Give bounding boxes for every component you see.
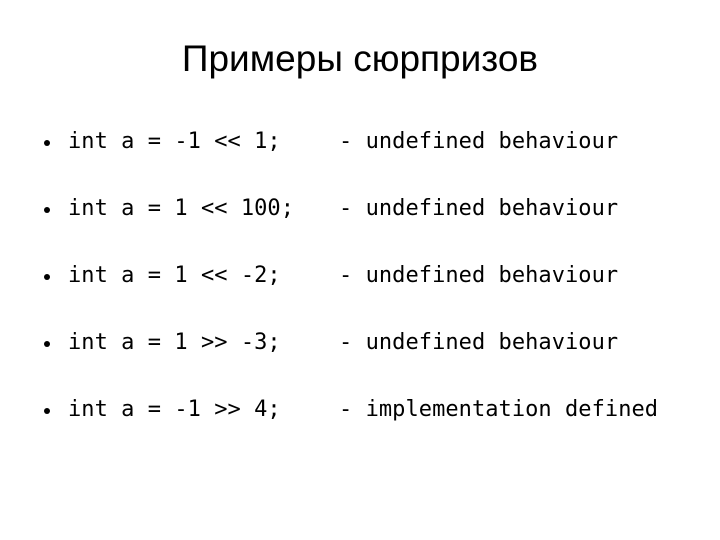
bullet-point-icon [44, 395, 68, 426]
behaviour-note: - undefined behaviour [339, 330, 619, 355]
list-item-text: int a = -1 << 1; - undefined behaviour [68, 127, 618, 157]
code-snippet: int a = 1 << 100; [68, 196, 295, 221]
code-snippet: int a = 1 << -2; [68, 263, 281, 288]
list-item-text: int a = 1 << -2; - undefined behaviour [68, 261, 618, 291]
code-snippet: int a = -1 >> 4; [68, 397, 281, 422]
behaviour-note: - undefined behaviour [339, 263, 619, 288]
list-item: int a = -1 >> 4; - implementation defined [0, 395, 720, 462]
bullet-point-icon [44, 194, 68, 225]
bullet-point-icon [44, 127, 68, 158]
presentation-slide: Примеры сюрпризов int a = -1 << 1; - unde… [0, 0, 720, 540]
bullet-point-icon [44, 328, 68, 359]
page-title: Примеры сюрпризов [181, 38, 539, 79]
bullet-list: int a = -1 << 1; - undefined behaviour in… [0, 127, 720, 462]
code-snippet: int a = -1 << 1; [68, 129, 281, 154]
bullet-point-icon [44, 261, 68, 292]
list-item-text: int a = 1 << 100; - undefined behaviour [68, 194, 618, 224]
list-item: int a = 1 << -2; - undefined behaviour [0, 261, 720, 328]
behaviour-note: - undefined behaviour [339, 129, 619, 154]
list-item: int a = -1 << 1; - undefined behaviour [0, 127, 720, 194]
behaviour-note: - undefined behaviour [339, 196, 619, 221]
list-item: int a = 1 >> -3; - undefined behaviour [0, 328, 720, 395]
list-item-text: int a = 1 >> -3; - undefined behaviour [68, 328, 618, 358]
list-item-text: int a = -1 >> 4; - implementation defined [68, 395, 658, 425]
list-item: int a = 1 << 100; - undefined behaviour [0, 194, 720, 261]
behaviour-note: - implementation defined [339, 397, 659, 422]
code-snippet: int a = 1 >> -3; [68, 330, 281, 355]
